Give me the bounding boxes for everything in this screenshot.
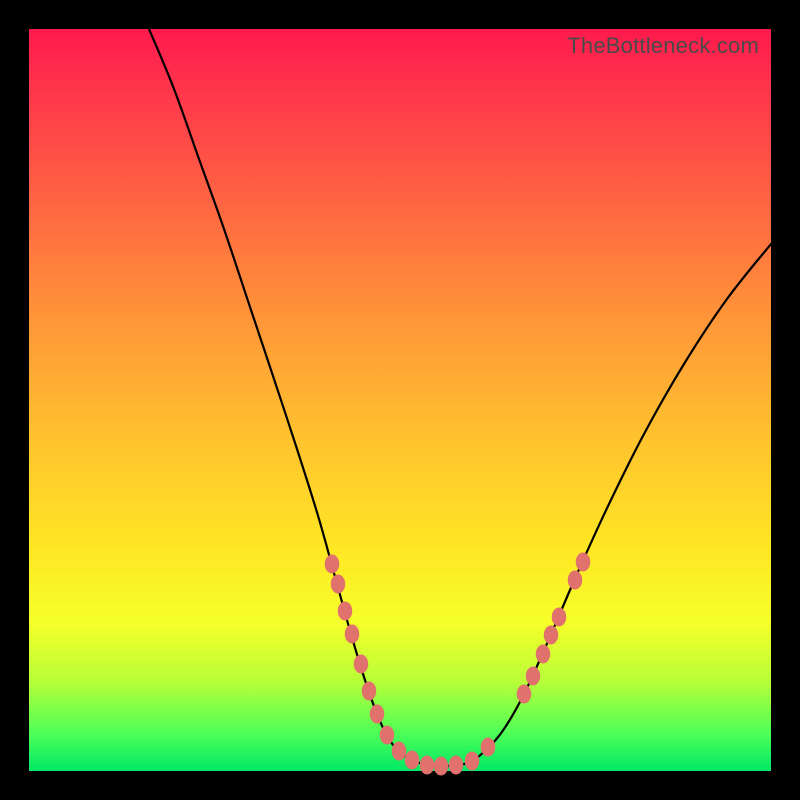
curve-marker xyxy=(338,602,352,620)
curve-marker xyxy=(465,752,479,770)
chart-frame: TheBottleneck.com xyxy=(0,0,800,800)
curve-marker xyxy=(526,667,540,685)
curve-marker xyxy=(420,756,434,774)
curve-marker xyxy=(380,726,394,744)
curve-marker xyxy=(536,645,550,663)
curve-marker xyxy=(481,738,495,756)
curve-marker xyxy=(331,575,345,593)
curve-marker xyxy=(405,751,419,769)
chart-plot-area: TheBottleneck.com xyxy=(29,29,771,771)
curve-marker xyxy=(345,625,359,643)
curve-marker xyxy=(449,756,463,774)
curve-marker xyxy=(325,555,339,573)
curve-marker xyxy=(362,682,376,700)
curve-marker xyxy=(434,757,448,775)
curve-marker xyxy=(392,742,406,760)
chart-svg xyxy=(29,29,771,771)
curve-marker xyxy=(370,705,384,723)
watermark-text: TheBottleneck.com xyxy=(567,33,759,59)
curve-marker xyxy=(354,655,368,673)
curve-marker xyxy=(544,626,558,644)
curve-marker xyxy=(552,608,566,626)
bottleneck-curve xyxy=(149,29,771,766)
curve-markers xyxy=(325,553,590,775)
curve-marker xyxy=(517,685,531,703)
curve-marker xyxy=(568,571,582,589)
curve-marker xyxy=(576,553,590,571)
